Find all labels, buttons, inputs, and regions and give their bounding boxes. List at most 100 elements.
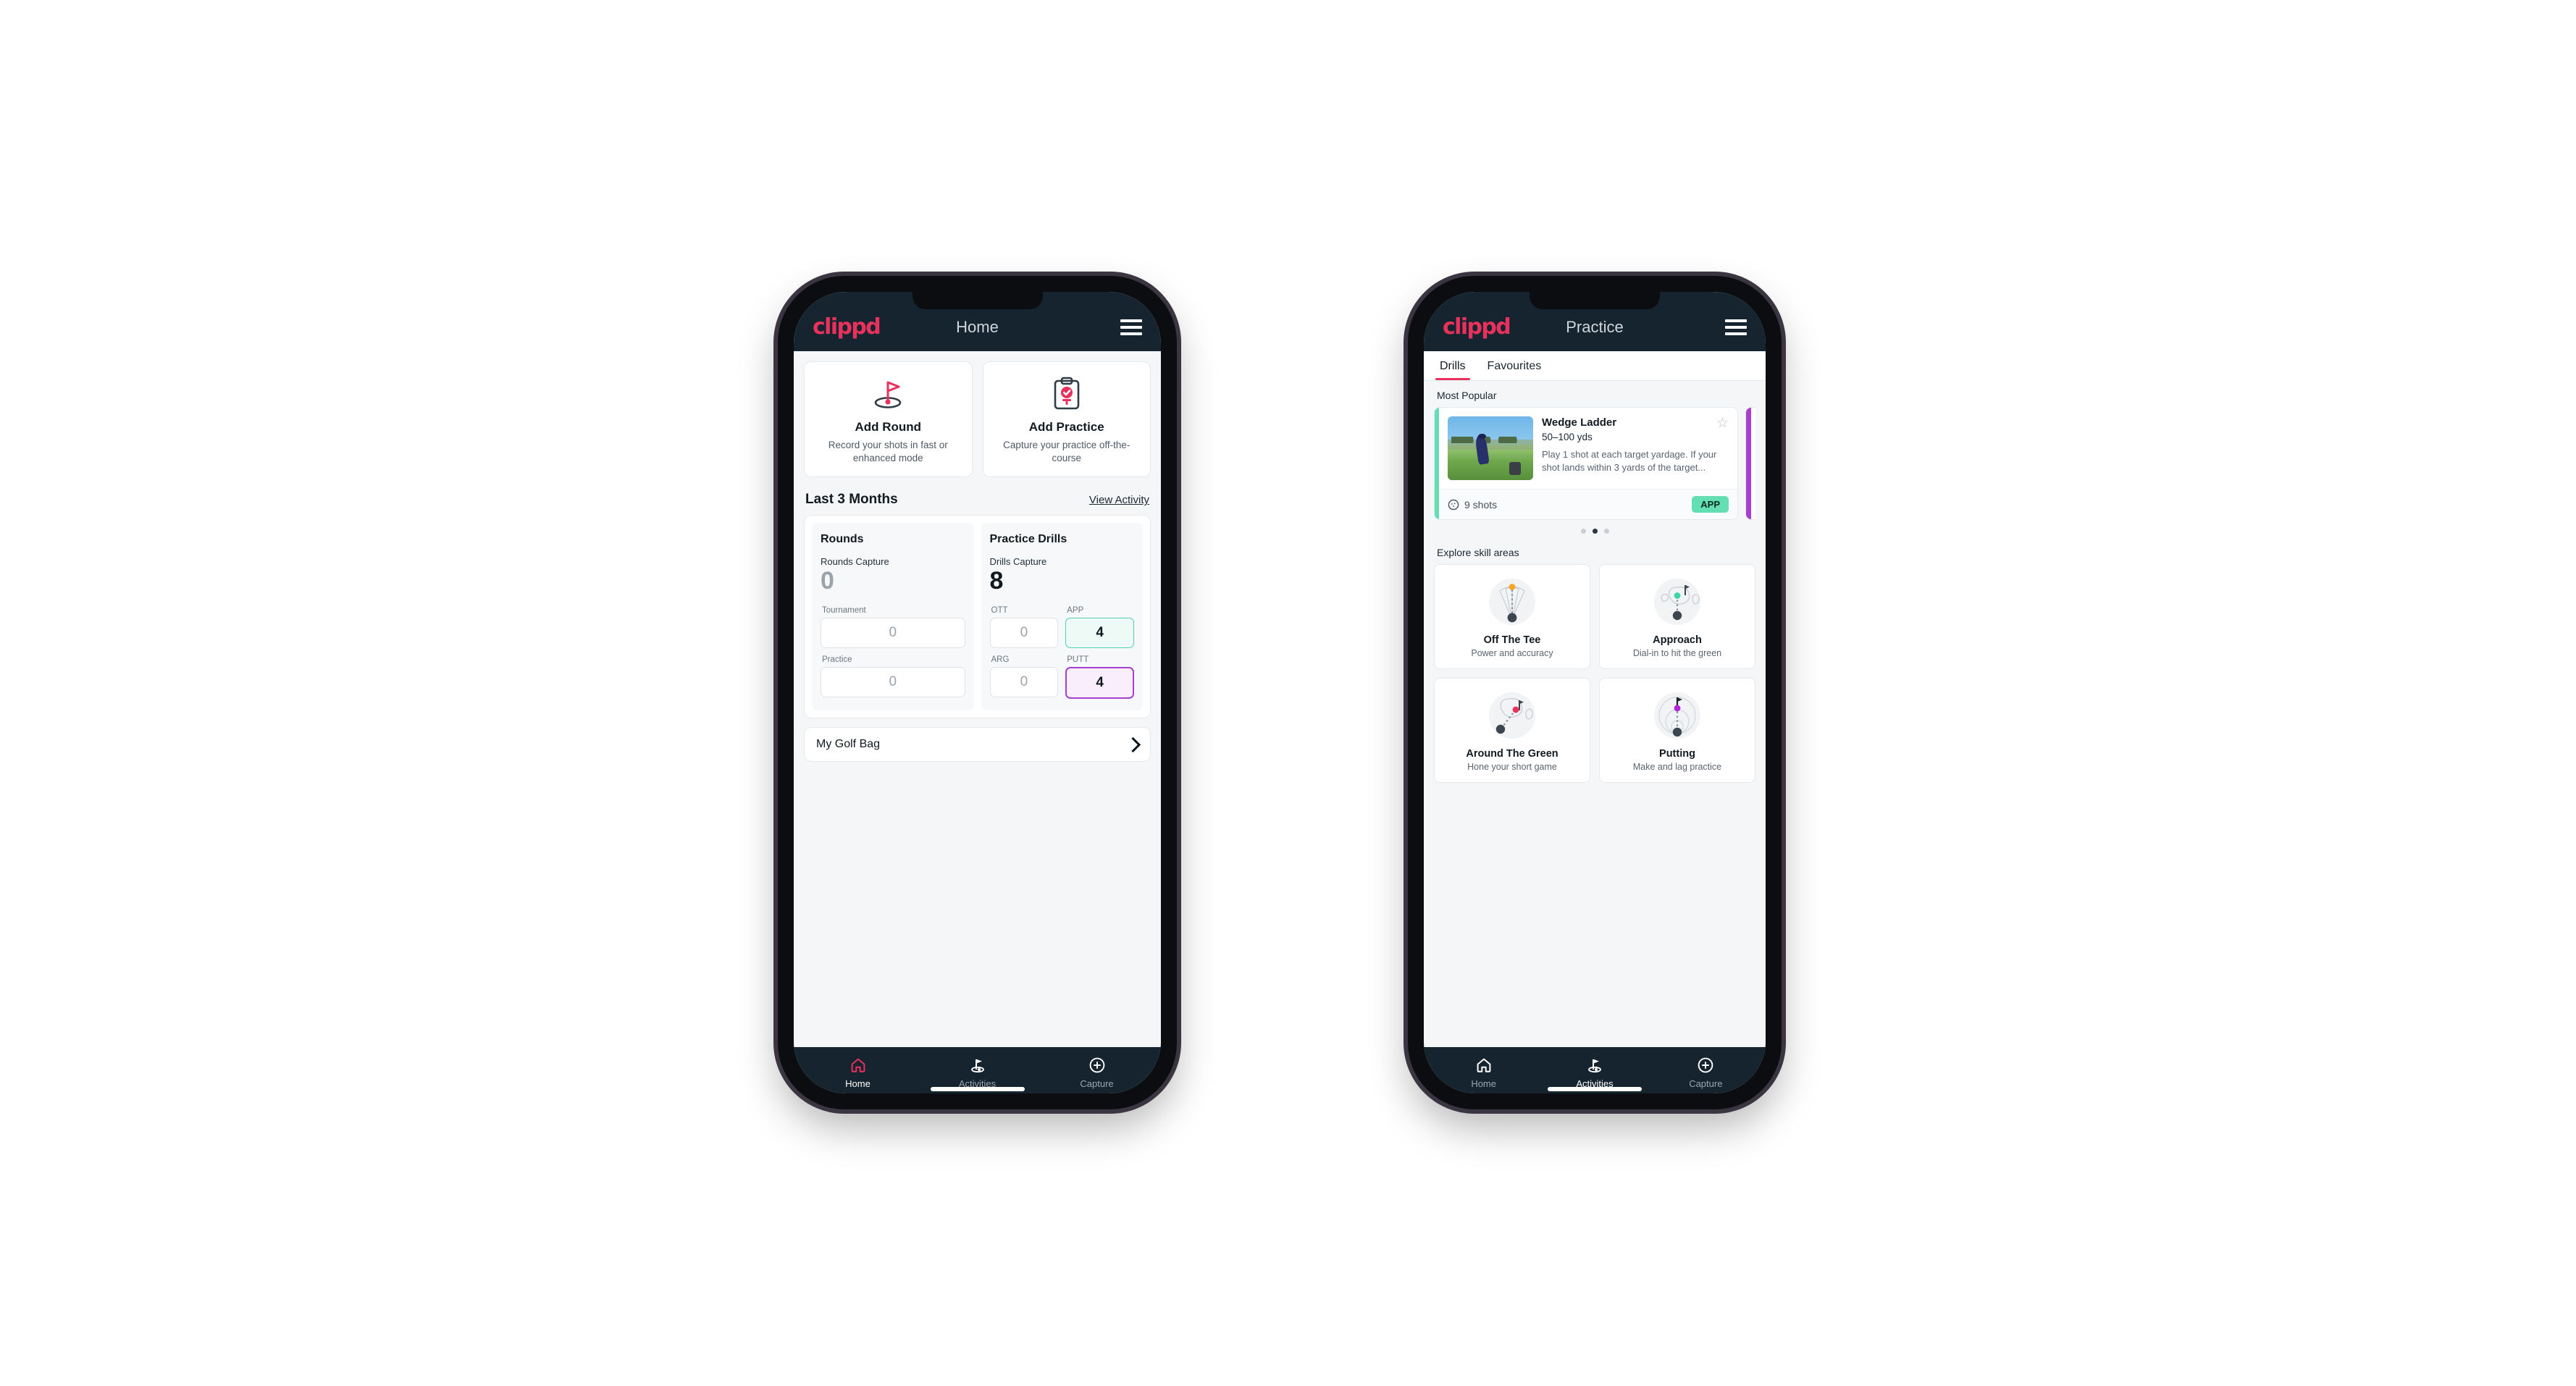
home-indicator xyxy=(930,1087,1025,1091)
clippd-logo[interactable]: clippd xyxy=(1443,316,1511,338)
tab-home[interactable]: Home xyxy=(798,1056,918,1089)
rounds-capture-label: Rounds Capture xyxy=(821,556,889,568)
drill-description: Play 1 shot at each target yardage. If y… xyxy=(1542,449,1717,474)
drill-title: Wedge Ladder xyxy=(1542,416,1617,429)
tournament-value[interactable]: 0 xyxy=(821,618,965,649)
skill-title-approach: Approach xyxy=(1653,634,1702,646)
home-icon xyxy=(798,1056,918,1075)
practice-tabs: Drills Favourites xyxy=(1424,351,1766,381)
carousel-dot[interactable] xyxy=(1603,529,1609,534)
rounds-capture-value: 0 xyxy=(821,567,834,595)
drill-accent-bar xyxy=(1435,408,1439,519)
explore-skill-areas-label: Explore skill areas xyxy=(1437,547,1519,558)
arg-value[interactable]: 0 xyxy=(989,667,1059,698)
ott-label: OTT xyxy=(991,606,1008,616)
view-activity-link[interactable]: View Activity xyxy=(1089,494,1149,506)
app-value[interactable]: 4 xyxy=(1065,618,1134,649)
home-indicator xyxy=(1548,1087,1642,1091)
drill-skill-badge: APP xyxy=(1692,496,1729,513)
skill-title-off-the-tee: Off The Tee xyxy=(1483,634,1541,646)
tab-home[interactable]: Home xyxy=(1428,1056,1539,1089)
carousel-dot-active[interactable] xyxy=(1592,529,1598,534)
hamburger-menu-icon[interactable] xyxy=(1120,319,1142,335)
drill-thumbnail xyxy=(1448,416,1533,480)
around-green-icon xyxy=(1440,687,1584,744)
practice-label: Practice xyxy=(822,655,852,665)
add-practice-subtitle: Capture your practice off-the-course xyxy=(1003,440,1130,464)
drills-capture-label: Drills Capture xyxy=(989,556,1047,568)
tab-capture-label: Capture xyxy=(1689,1078,1723,1089)
phone-mockup-practice: clippd Practice Drills Favourites Most P… xyxy=(1408,276,1782,1109)
skill-subtitle-off-the-tee: Power and accuracy xyxy=(1471,648,1553,658)
device-notch xyxy=(1530,292,1660,309)
skill-card-around-the-green[interactable]: Around The Green Hone your short game xyxy=(1434,678,1590,783)
plus-circle-icon xyxy=(1650,1056,1761,1075)
skill-card-putting[interactable]: Putting Make and lag practice xyxy=(1599,678,1755,783)
skill-subtitle-approach: Dial-in to hit the green xyxy=(1632,648,1722,658)
my-golf-bag-row[interactable]: My Golf Bag xyxy=(804,727,1151,763)
golf-flag-hole-icon xyxy=(812,375,965,413)
tab-capture[interactable]: Capture xyxy=(1650,1056,1761,1089)
skill-title-around-the-green: Around The Green xyxy=(1466,748,1558,760)
add-round-title: Add Round xyxy=(855,420,922,434)
stats-card: Rounds Rounds Capture 0 Tournament 0 Pra… xyxy=(804,515,1151,719)
arg-label: ARG xyxy=(991,655,1010,665)
practice-tabbar: Home Activities Capture xyxy=(1424,1047,1766,1093)
carousel-dot[interactable] xyxy=(1580,529,1586,534)
section-title: Last 3 Months xyxy=(805,492,898,508)
approach-green-icon xyxy=(1606,574,1749,630)
skill-card-off-the-tee[interactable]: Off The Tee Power and accuracy xyxy=(1434,564,1590,669)
home-tabbar: Home Activities Capture xyxy=(794,1047,1161,1093)
skill-areas-grid: Off The Tee Power and accuracy Approach … xyxy=(1434,564,1755,791)
rounds-column: Rounds Rounds Capture 0 Tournament 0 Pra… xyxy=(812,523,974,711)
putting-rings-icon xyxy=(1606,687,1749,744)
tab-capture-label: Capture xyxy=(1080,1078,1114,1089)
drill-shots: 9 shots xyxy=(1448,499,1497,511)
practice-content: Most Popular Wedge Ladder ☆ 50–100 yds P… xyxy=(1424,381,1766,1047)
golf-flag-icon xyxy=(918,1056,1037,1075)
home-content: Add Round Record your shots in fast or e… xyxy=(794,351,1161,1047)
drill-accent-bar-next xyxy=(1746,408,1751,519)
ott-value[interactable]: 0 xyxy=(989,618,1059,649)
add-round-card[interactable]: Add Round Record your shots in fast or e… xyxy=(804,361,973,478)
tab-activities[interactable]: Activities xyxy=(918,1056,1037,1089)
tab-home-label: Home xyxy=(1471,1078,1496,1089)
drill-card-body: Wedge Ladder ☆ 50–100 yds Play 1 shot at… xyxy=(1435,408,1737,489)
quick-actions-row: Add Round Record your shots in fast or e… xyxy=(804,351,1151,482)
app-label: APP xyxy=(1067,606,1084,616)
plus-circle-icon xyxy=(1037,1056,1157,1075)
add-practice-title: Add Practice xyxy=(1028,420,1104,434)
practice-value[interactable]: 0 xyxy=(821,667,965,698)
phone-mockup-home: clippd Home Add Round Record your shots … xyxy=(778,276,1177,1109)
golf-ball-icon xyxy=(1448,499,1459,510)
clippd-logo[interactable]: clippd xyxy=(813,316,881,338)
device-notch xyxy=(912,292,1043,309)
skill-title-putting: Putting xyxy=(1659,748,1695,760)
tab-drills[interactable]: Drills xyxy=(1435,360,1470,380)
tab-activities[interactable]: Activities xyxy=(1539,1056,1650,1089)
drill-carousel[interactable]: Wedge Ladder ☆ 50–100 yds Play 1 shot at… xyxy=(1434,407,1755,520)
clipboard-check-icon xyxy=(991,375,1144,413)
tab-favourites[interactable]: Favourites xyxy=(1486,360,1543,380)
drills-title: Practice Drills xyxy=(989,533,1067,546)
tab-capture[interactable]: Capture xyxy=(1037,1056,1157,1089)
skill-subtitle-putting: Make and lag practice xyxy=(1632,762,1722,772)
add-practice-card[interactable]: Add Practice Capture your practice off-t… xyxy=(982,361,1151,478)
drill-card-next-peek[interactable] xyxy=(1745,407,1755,520)
last-3-months-header: Last 3 Months View Activity xyxy=(804,482,1151,515)
drills-capture-value: 8 xyxy=(989,567,1004,595)
screenshot-canvas: clippd Home Add Round Record your shots … xyxy=(0,0,2576,1386)
skill-card-approach[interactable]: Approach Dial-in to hit the green xyxy=(1599,564,1755,669)
drill-card[interactable]: Wedge Ladder ☆ 50–100 yds Play 1 shot at… xyxy=(1434,407,1738,520)
drill-shots-label: 9 shots xyxy=(1464,498,1498,511)
my-golf-bag-label: My Golf Bag xyxy=(816,738,881,751)
drill-yardage: 50–100 yds xyxy=(1542,432,1593,442)
star-outline-icon[interactable]: ☆ xyxy=(1716,416,1729,430)
home-screen: clippd Home Add Round Record your shots … xyxy=(794,292,1161,1093)
most-popular-label: Most Popular xyxy=(1437,390,1497,401)
putt-value[interactable]: 4 xyxy=(1065,667,1134,700)
add-round-subtitle: Record your shots in fast or enhanced mo… xyxy=(828,440,948,464)
hamburger-menu-icon[interactable] xyxy=(1725,319,1747,335)
tab-home-label: Home xyxy=(845,1078,870,1089)
carousel-dots[interactable] xyxy=(1434,520,1755,538)
